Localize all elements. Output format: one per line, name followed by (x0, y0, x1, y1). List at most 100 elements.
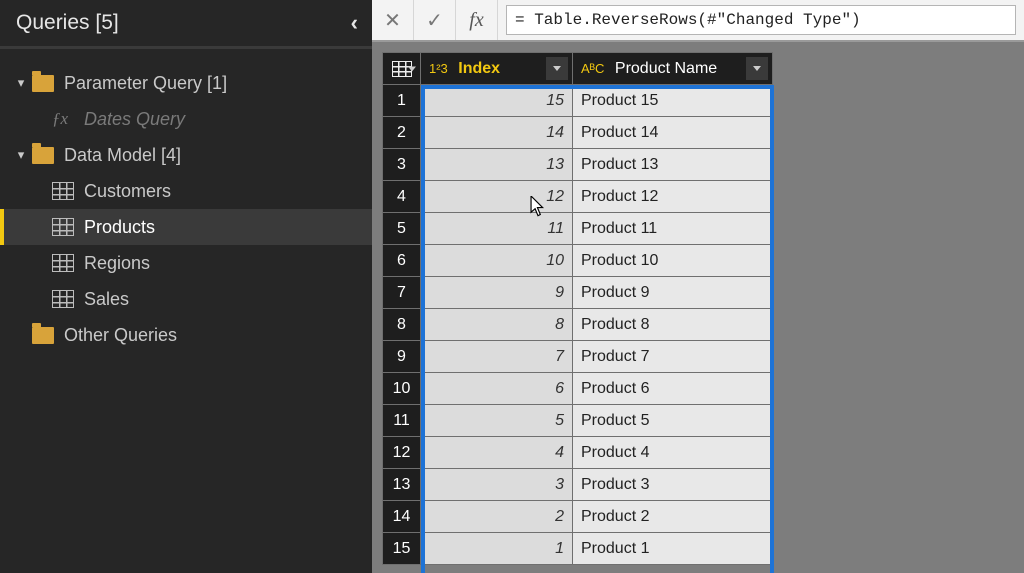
formula-input[interactable] (506, 5, 1016, 35)
table-row[interactable]: 511Product 11 (383, 213, 773, 245)
row-number[interactable]: 8 (383, 309, 421, 341)
folder-data-model[interactable]: ▾ Data Model [4] (0, 137, 372, 173)
formula-fx-button[interactable]: fx (456, 0, 498, 40)
table-row[interactable]: 97Product 7 (383, 341, 773, 373)
row-number[interactable]: 6 (383, 245, 421, 277)
cell-index[interactable]: 3 (421, 469, 573, 501)
cell-name[interactable]: Product 6 (573, 373, 773, 405)
cell-name[interactable]: Product 4 (573, 437, 773, 469)
row-number[interactable]: 4 (383, 181, 421, 213)
expand-toggle-icon[interactable]: ▾ (14, 147, 28, 163)
grid-corner-button[interactable] (383, 53, 421, 85)
text-type-icon: AᴮC (581, 61, 604, 76)
column-filter-button[interactable] (546, 57, 568, 80)
column-header-product-name[interactable]: AᴮC Product Name (573, 53, 773, 85)
query-dates-query[interactable]: ƒx Dates Query (0, 101, 372, 137)
query-customers[interactable]: Customers (0, 173, 372, 209)
number-type-icon: 1²3 (429, 61, 448, 76)
table-row[interactable]: 115Product 5 (383, 405, 773, 437)
cell-index[interactable]: 8 (421, 309, 573, 341)
data-grid[interactable]: 1²3 Index AᴮC Product Name 115Product 15… (382, 52, 773, 565)
table-icon (52, 218, 74, 236)
table-row[interactable]: 79Product 9 (383, 277, 773, 309)
table-row[interactable]: 313Product 13 (383, 149, 773, 181)
table-row[interactable]: 133Product 3 (383, 469, 773, 501)
table-row[interactable]: 106Product 6 (383, 373, 773, 405)
row-number[interactable]: 7 (383, 277, 421, 309)
queries-tree: ▾ Parameter Query [1] ƒx Dates Query ▾ D… (0, 49, 372, 353)
cell-name[interactable]: Product 15 (573, 85, 773, 117)
row-number[interactable]: 10 (383, 373, 421, 405)
cell-index[interactable]: 5 (421, 405, 573, 437)
table-row[interactable]: 115Product 15 (383, 85, 773, 117)
cell-name[interactable]: Product 12 (573, 181, 773, 213)
row-number[interactable]: 11 (383, 405, 421, 437)
cell-name[interactable]: Product 3 (573, 469, 773, 501)
folder-label: Parameter Query [1] (64, 73, 227, 94)
query-label: Regions (84, 253, 150, 274)
query-sales[interactable]: Sales (0, 281, 372, 317)
cell-name[interactable]: Product 7 (573, 341, 773, 373)
row-number[interactable]: 13 (383, 469, 421, 501)
table-row[interactable]: 124Product 4 (383, 437, 773, 469)
cell-index[interactable]: 4 (421, 437, 573, 469)
query-products[interactable]: Products (0, 209, 372, 245)
query-label: Customers (84, 181, 171, 202)
cell-name[interactable]: Product 11 (573, 213, 773, 245)
cell-index[interactable]: 12 (421, 181, 573, 213)
cell-name[interactable]: Product 1 (573, 533, 773, 565)
column-label: Index (458, 60, 500, 77)
table-row[interactable]: 412Product 12 (383, 181, 773, 213)
cell-index[interactable]: 1 (421, 533, 573, 565)
query-regions[interactable]: Regions (0, 245, 372, 281)
table-row[interactable]: 88Product 8 (383, 309, 773, 341)
collapse-sidebar-icon[interactable]: ‹ (351, 10, 358, 36)
cell-index[interactable]: 9 (421, 277, 573, 309)
row-number[interactable]: 2 (383, 117, 421, 149)
work-area: ✕ ✓ fx 1²3 Index (372, 0, 1024, 573)
cell-name[interactable]: Product 14 (573, 117, 773, 149)
column-filter-button[interactable] (746, 57, 768, 80)
row-number[interactable]: 14 (383, 501, 421, 533)
cell-index[interactable]: 13 (421, 149, 573, 181)
cell-name[interactable]: Product 13 (573, 149, 773, 181)
cell-index[interactable]: 10 (421, 245, 573, 277)
cell-index[interactable]: 11 (421, 213, 573, 245)
row-number[interactable]: 5 (383, 213, 421, 245)
cell-name[interactable]: Product 5 (573, 405, 773, 437)
formula-cancel-button[interactable]: ✕ (372, 0, 414, 40)
chevron-down-icon (408, 66, 416, 71)
cell-index[interactable]: 6 (421, 373, 573, 405)
row-number[interactable]: 3 (383, 149, 421, 181)
row-number[interactable]: 15 (383, 533, 421, 565)
cancel-icon: ✕ (384, 8, 401, 33)
row-number[interactable]: 9 (383, 341, 421, 373)
formula-bar: ✕ ✓ fx (372, 0, 1024, 42)
check-icon: ✓ (426, 8, 443, 33)
cell-name[interactable]: Product 2 (573, 501, 773, 533)
table-row[interactable]: 610Product 10 (383, 245, 773, 277)
cell-index[interactable]: 14 (421, 117, 573, 149)
table-row[interactable]: 151Product 1 (383, 533, 773, 565)
formula-confirm-button[interactable]: ✓ (414, 0, 456, 40)
query-label: Sales (84, 289, 129, 310)
row-number[interactable]: 12 (383, 437, 421, 469)
cell-name[interactable]: Product 10 (573, 245, 773, 277)
column-header-index[interactable]: 1²3 Index (421, 53, 573, 85)
folder-other-queries[interactable]: Other Queries (0, 317, 372, 353)
table-icon (52, 182, 74, 200)
cell-index[interactable]: 15 (421, 85, 573, 117)
cell-index[interactable]: 7 (421, 341, 573, 373)
cell-name[interactable]: Product 9 (573, 277, 773, 309)
table-row[interactable]: 142Product 2 (383, 501, 773, 533)
table-icon (52, 254, 74, 272)
folder-parameter-query[interactable]: ▾ Parameter Query [1] (0, 65, 372, 101)
table-icon (52, 290, 74, 308)
cell-index[interactable]: 2 (421, 501, 573, 533)
expand-toggle-icon[interactable]: ▾ (14, 75, 28, 91)
fx-icon: ƒx (52, 109, 74, 129)
folder-icon (32, 147, 54, 164)
cell-name[interactable]: Product 8 (573, 309, 773, 341)
table-row[interactable]: 214Product 14 (383, 117, 773, 149)
row-number[interactable]: 1 (383, 85, 421, 117)
